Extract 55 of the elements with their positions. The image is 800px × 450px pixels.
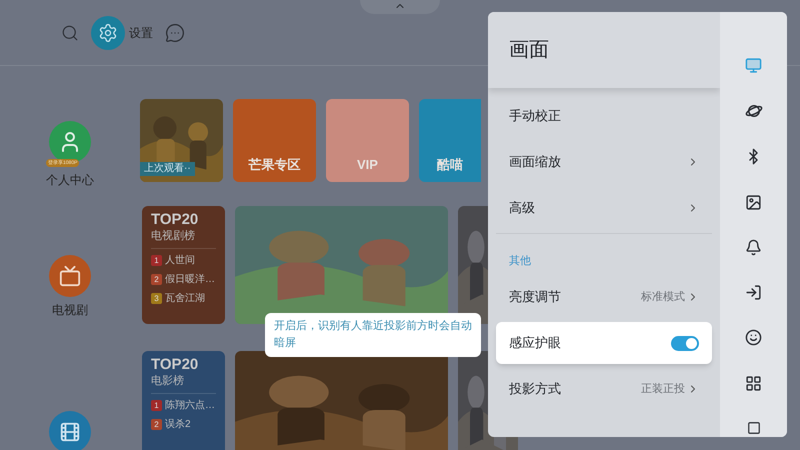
ranking-entry: 假日暖洋… bbox=[165, 272, 215, 287]
section-label: 其他 bbox=[509, 255, 531, 267]
panel-title: 画面 bbox=[509, 38, 549, 63]
tile-label: VIP bbox=[357, 156, 378, 174]
tile-caption: 上次观看·· bbox=[140, 162, 195, 176]
login-icon[interactable] bbox=[745, 284, 762, 302]
ranking-card[interactable]: TOP20 电视剧榜 1 人世间 2 假日暖洋… 3 瓦舍江湖 bbox=[142, 206, 225, 324]
tooltip-text: 开启后，识别有人靠近投影前方时会自动暗屏 bbox=[274, 318, 472, 351]
nav-label[interactable]: 个人中心 bbox=[46, 171, 94, 189]
toggle-switch[interactable] bbox=[671, 336, 699, 350]
bell-icon[interactable] bbox=[745, 238, 762, 256]
settings-row[interactable]: 手动校正 bbox=[496, 95, 712, 137]
row-label: 投影方式 bbox=[509, 380, 562, 398]
rank-number: 2 bbox=[151, 274, 162, 285]
ranking-entry: 人世间 bbox=[165, 254, 195, 268]
monitor-icon[interactable] bbox=[745, 57, 762, 74]
square-icon[interactable] bbox=[746, 421, 760, 436]
search-icon[interactable] bbox=[61, 24, 79, 42]
settings-row[interactable]: 感应护眼 bbox=[496, 322, 712, 364]
ranking-title: TOP20 bbox=[151, 211, 200, 229]
rank-number: 3 bbox=[151, 293, 162, 304]
row-label: 手动校正 bbox=[509, 107, 562, 126]
ranking-entry: 瓦舍江湖 bbox=[165, 292, 205, 306]
ranking-entry: 误杀2 bbox=[165, 418, 191, 432]
row-label: 感应护眼 bbox=[509, 334, 562, 352]
app-tile[interactable]: 芒果专区 bbox=[233, 99, 316, 182]
film-icon[interactable] bbox=[49, 411, 91, 450]
ranking-card[interactable]: TOP20 电影榜 1 陈翔六点… 2 误杀2 bbox=[142, 351, 225, 450]
nav-label[interactable]: 电视剧 bbox=[52, 301, 88, 319]
rank-number: 1 bbox=[151, 255, 162, 266]
tile-label: 芒果专区 bbox=[248, 156, 300, 174]
settings-row[interactable]: 亮度调节 标准模式 bbox=[496, 276, 712, 318]
settings-row[interactable]: 投影方式 正装正投 bbox=[496, 368, 712, 410]
smile-icon[interactable] bbox=[745, 329, 762, 346]
settings-label[interactable]: 设置 bbox=[129, 24, 153, 42]
row-label: 亮度调节 bbox=[509, 288, 562, 306]
settings-row[interactable]: 高级 bbox=[496, 187, 712, 229]
grid-icon[interactable] bbox=[745, 374, 762, 392]
tv-icon[interactable] bbox=[49, 255, 91, 297]
row-label: 高级 bbox=[509, 199, 536, 218]
ranking-title: TOP20 bbox=[151, 356, 200, 374]
row-label: 画面缩放 bbox=[509, 153, 562, 172]
image-icon[interactable] bbox=[745, 194, 762, 211]
ranking-entry: 陈翔六点… bbox=[165, 398, 215, 413]
user-icon[interactable] bbox=[49, 121, 91, 163]
settings-row[interactable]: 画面缩放 bbox=[496, 141, 712, 183]
chat-icon[interactable] bbox=[165, 22, 185, 42]
row-value: 正装正投 bbox=[641, 382, 685, 397]
rank-number: 2 bbox=[151, 419, 162, 430]
row-value: 标准模式 bbox=[641, 290, 685, 305]
ranking-subtitle: 电视剧榜 bbox=[151, 229, 216, 249]
ranking-subtitle: 电影榜 bbox=[151, 374, 216, 394]
rank-number: 1 bbox=[151, 400, 162, 411]
settings-icon[interactable] bbox=[91, 16, 125, 50]
tile-label: 酷喵 bbox=[437, 156, 463, 174]
